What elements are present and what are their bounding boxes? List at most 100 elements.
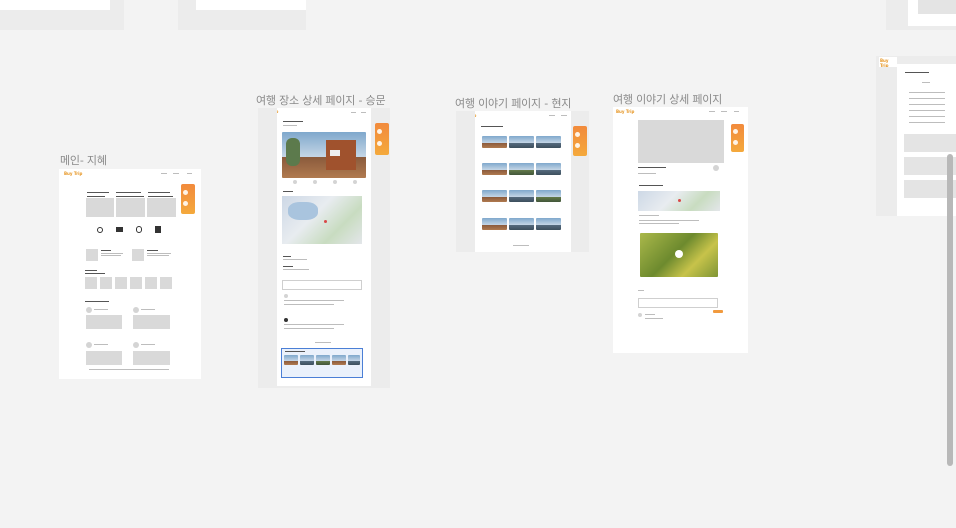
- avatar: [284, 294, 288, 298]
- comment-submit-button[interactable]: [713, 310, 723, 313]
- card-thumbnail[interactable]: [86, 249, 98, 261]
- story-thumb[interactable]: [482, 136, 507, 148]
- banner-image[interactable]: [86, 198, 114, 217]
- recommend-thumb[interactable]: [300, 355, 314, 365]
- frame-main[interactable]: Buy Trip: [59, 169, 201, 379]
- weather-icon: [377, 141, 382, 146]
- action-icon[interactable]: [353, 180, 357, 184]
- frame-label-story-detail[interactable]: 여행 이야기 상세 페이지: [613, 91, 722, 107]
- panel-text: [922, 82, 930, 83]
- post-thumbnail[interactable]: [133, 351, 170, 365]
- recommend-thumb[interactable]: [316, 355, 330, 365]
- partial-frame-top-left[interactable]: [0, 0, 110, 10]
- route-map[interactable]: [638, 191, 720, 211]
- list-row[interactable]: [909, 98, 945, 99]
- action-icon[interactable]: [333, 180, 337, 184]
- frame-place-detail[interactable]: Buy Trip: [277, 108, 371, 386]
- story-thumb[interactable]: [509, 136, 534, 148]
- nav-link: [187, 173, 192, 174]
- nav-link: [709, 111, 715, 112]
- partial-frame-top-middle[interactable]: [196, 0, 306, 10]
- review-text: [284, 300, 344, 301]
- category-icon[interactable]: [155, 226, 161, 233]
- partial-frame-top-right[interactable]: [908, 0, 956, 26]
- list-row[interactable]: [909, 92, 945, 93]
- play-icon[interactable]: [675, 250, 683, 258]
- list-row[interactable]: [909, 110, 945, 111]
- action-icon[interactable]: [293, 180, 297, 184]
- story-thumb[interactable]: [509, 163, 534, 175]
- headline-text: [148, 196, 173, 198]
- story-thumb[interactable]: [536, 190, 561, 202]
- floating-weather-widget[interactable]: [731, 124, 744, 152]
- card-text: [147, 253, 171, 254]
- location-map[interactable]: [282, 196, 362, 244]
- place-text: [639, 215, 659, 216]
- story-video[interactable]: [640, 233, 718, 277]
- nav-link: [173, 173, 179, 174]
- grid-thumb[interactable]: [85, 277, 97, 289]
- story-thumb[interactable]: [536, 163, 561, 175]
- grid-thumb[interactable]: [130, 277, 142, 289]
- grid-thumb[interactable]: [145, 277, 157, 289]
- window-shape: [330, 150, 340, 156]
- post-thumbnail[interactable]: [86, 315, 122, 329]
- recommend-thumb[interactable]: [284, 355, 298, 365]
- site-logo: Buy Trip: [475, 113, 476, 118]
- recommended-places-selected[interactable]: [281, 348, 363, 378]
- floating-weather-widget[interactable]: [375, 123, 389, 155]
- frame-right-partial-left[interactable]: Buy Trip: [879, 57, 897, 67]
- card-placeholder[interactable]: [904, 134, 956, 152]
- comment-input[interactable]: [638, 298, 718, 308]
- place-text: [639, 223, 679, 224]
- frame-label-main[interactable]: 메인- 지혜: [60, 152, 107, 168]
- recommend-thumb[interactable]: [332, 355, 346, 365]
- story-thumb[interactable]: [536, 218, 561, 230]
- panel-title: [905, 72, 929, 74]
- pagination[interactable]: [513, 245, 529, 246]
- pagination[interactable]: [315, 342, 331, 343]
- floating-weather-widget[interactable]: [573, 126, 587, 156]
- action-icon[interactable]: [313, 180, 317, 184]
- category-icon[interactable]: [97, 227, 103, 233]
- card-thumbnail[interactable]: [132, 249, 144, 261]
- frame-label-story[interactable]: 여행 이야기 페이지 - 현지: [455, 95, 571, 111]
- list-row[interactable]: [909, 122, 945, 123]
- card-title: [101, 250, 111, 252]
- grid-thumb[interactable]: [100, 277, 112, 289]
- place-text: [639, 220, 699, 221]
- frame-story-detail[interactable]: Buy Trip: [613, 107, 748, 353]
- story-thumb[interactable]: [536, 136, 561, 148]
- section-title: [85, 301, 109, 303]
- category-icon[interactable]: [116, 227, 123, 232]
- map-pin-icon[interactable]: [678, 199, 681, 202]
- story-thumb[interactable]: [509, 218, 534, 230]
- banner-image[interactable]: [147, 198, 176, 217]
- story-thumb[interactable]: [509, 190, 534, 202]
- post-thumbnail[interactable]: [86, 351, 122, 365]
- banner-image[interactable]: [116, 198, 145, 217]
- story-cover-image[interactable]: [638, 120, 724, 163]
- weather-icon: [733, 129, 738, 134]
- category-icon[interactable]: [136, 226, 142, 233]
- design-canvas[interactable]: 메인- 지혜 Buy Trip 여행 장소 상세 페이지 - 승문 여행 이야기…: [0, 0, 956, 528]
- review-input[interactable]: [282, 280, 362, 290]
- story-thumb[interactable]: [482, 218, 507, 230]
- map-pin-icon[interactable]: [324, 220, 327, 223]
- section-title: [85, 270, 97, 272]
- story-thumb[interactable]: [482, 163, 507, 175]
- grid-thumb[interactable]: [115, 277, 127, 289]
- recommend-thumb[interactable]: [348, 355, 360, 365]
- story-thumb[interactable]: [482, 190, 507, 202]
- vertical-scrollbar[interactable]: [947, 154, 953, 466]
- place-hero-image[interactable]: [282, 132, 366, 178]
- card-title: [147, 250, 158, 252]
- floating-weather-widget[interactable]: [181, 184, 195, 214]
- list-row[interactable]: [909, 116, 945, 117]
- post-thumbnail[interactable]: [133, 315, 170, 329]
- frame-story[interactable]: Buy Trip: [475, 111, 571, 252]
- site-logo: Buy Trip: [277, 109, 278, 114]
- grid-thumb[interactable]: [160, 277, 172, 289]
- frame-label-place-detail[interactable]: 여행 장소 상세 페이지 - 승문: [256, 92, 386, 108]
- list-row[interactable]: [909, 104, 945, 105]
